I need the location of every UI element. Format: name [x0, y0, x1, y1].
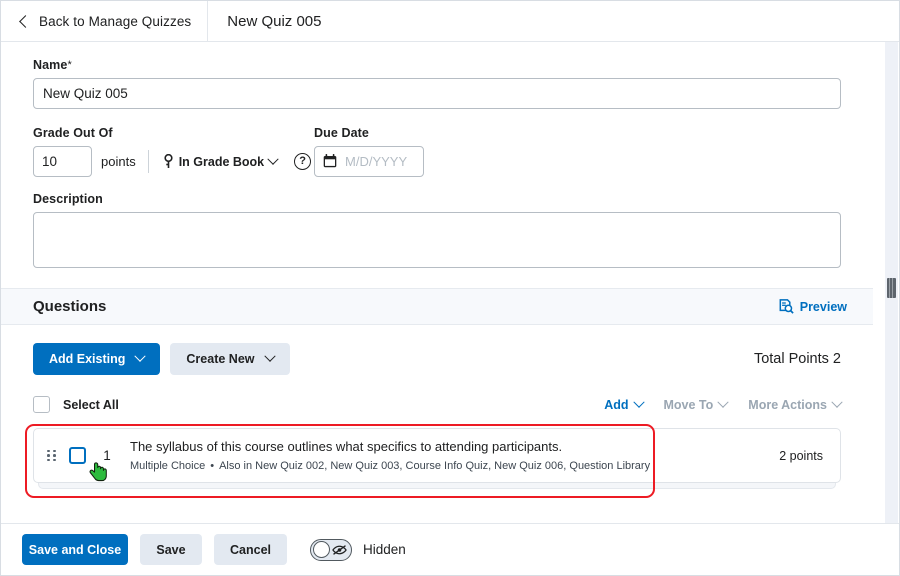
back-button-label: Back to Manage Quizzes: [39, 13, 192, 29]
move-to-menu[interactable]: Move To: [663, 396, 729, 412]
grade-and-due-row: Grade Out Of points In Grade Book: [33, 126, 841, 177]
points-label: points: [101, 154, 136, 169]
select-all-checkbox[interactable]: [33, 396, 50, 413]
add-existing-label: Add Existing: [49, 352, 126, 366]
save-and-close-button[interactable]: Save and Close: [22, 534, 128, 565]
question-meta: Multiple Choice • Also in New Quiz 002, Ne…: [130, 460, 650, 472]
description-label: Description: [33, 192, 103, 206]
save-button[interactable]: Save: [140, 534, 202, 565]
visibility-toggle[interactable]: [310, 538, 352, 561]
table-row[interactable]: 1 The syllabus of this course outlines w…: [33, 428, 841, 483]
in-grade-book-label: In Grade Book: [178, 154, 265, 169]
editor-scroll-area: Name* Grade Out Of points: [1, 42, 873, 524]
select-all-group: Select All: [33, 396, 119, 413]
name-label-text: Name: [33, 58, 68, 72]
add-menu-label: Add: [604, 397, 629, 412]
quiz-properties-form: Name* Grade Out Of points: [1, 42, 873, 268]
total-points-label: Total Points 2: [753, 351, 841, 367]
question-create-buttons: Add Existing Create New: [33, 343, 290, 375]
bottom-action-bar: Save and Close Save Cancel Hidden: [1, 523, 899, 575]
chevron-down-icon: [831, 396, 843, 408]
question-title: The syllabus of this course outlines wha…: [130, 438, 563, 454]
question-points: 2 points: [779, 448, 823, 463]
move-to-menu-label: Move To: [663, 397, 714, 412]
more-actions-menu[interactable]: More Actions: [748, 396, 843, 412]
due-date-control: [314, 146, 424, 177]
question-also-in: Also in New Quiz 002, New Quiz 003, Cour…: [219, 459, 651, 472]
more-actions-menu-label: More Actions: [748, 397, 827, 412]
question-type: Multiple Choice: [130, 459, 206, 472]
back-to-manage-quizzes-button[interactable]: Back to Manage Quizzes: [1, 1, 209, 41]
name-label: Name*: [33, 58, 841, 72]
chevron-left-icon: [19, 14, 32, 28]
vertical-scrollbar-thumb[interactable]: [886, 278, 896, 298]
pin-icon: [164, 154, 173, 168]
grade-out-of-label: Grade Out Of: [33, 126, 113, 140]
visibility-label: Hidden: [363, 542, 406, 557]
due-date-group: Due Date: [314, 126, 841, 177]
create-new-button[interactable]: Create New: [170, 343, 290, 375]
page-title: New Quiz 005: [227, 12, 322, 30]
question-list-stack-shadow: [38, 483, 836, 489]
due-date-label: Due Date: [314, 126, 369, 140]
in-grade-book-dropdown[interactable]: In Grade Book: [161, 152, 279, 171]
cancel-button[interactable]: Cancel: [214, 534, 287, 565]
chevron-down-icon: [134, 350, 147, 362]
preview-label: Preview: [799, 299, 847, 314]
help-icon[interactable]: ?: [294, 153, 312, 170]
visibility-toggle-group: Hidden: [310, 538, 406, 561]
vertical-divider: [147, 150, 149, 173]
preview-button[interactable]: Preview: [779, 299, 847, 314]
top-navigation-bar: Back to Manage Quizzes New Quiz 005: [1, 1, 899, 42]
chevron-down-icon: [263, 350, 276, 362]
create-new-label: Create New: [186, 352, 255, 366]
question-list: 1 The syllabus of this course outlines w…: [33, 428, 841, 489]
vertical-scrollbar-track[interactable]: [885, 42, 898, 524]
select-all-row: Select All Add Move To More Actions: [1, 375, 873, 413]
drag-handle-icon[interactable]: [47, 449, 59, 462]
question-number: 1: [103, 448, 111, 463]
chevron-down-icon: [717, 396, 729, 408]
select-all-label: Select All: [63, 397, 119, 412]
questions-section-header: Questions Preview: [1, 288, 873, 325]
description-group: Description: [33, 192, 841, 268]
questions-heading: Questions: [33, 298, 107, 315]
grade-out-of-controls: points In Grade Book ?: [33, 146, 314, 177]
description-editor[interactable]: [33, 212, 841, 268]
grade-out-of-group: Grade Out Of points In Grade Book: [33, 126, 314, 177]
meta-separator: •: [210, 459, 215, 472]
page-search-icon: [779, 299, 794, 314]
due-date-input[interactable]: [314, 146, 424, 177]
question-row-checkbox[interactable]: [69, 447, 86, 464]
question-details: The syllabus of this course outlines wha…: [130, 438, 765, 474]
required-marker: *: [67, 59, 72, 71]
name-input[interactable]: [33, 78, 841, 109]
toggle-knob: [312, 541, 330, 558]
quiz-editor-window: Back to Manage Quizzes New Quiz 005 Name…: [0, 0, 900, 576]
chevron-down-icon: [267, 153, 279, 165]
add-existing-button[interactable]: Add Existing: [33, 343, 161, 375]
chevron-down-icon: [632, 396, 645, 408]
name-field-group: Name*: [33, 58, 841, 109]
eye-slash-icon: [332, 544, 347, 555]
add-menu[interactable]: Add: [604, 396, 645, 412]
grade-out-of-input[interactable]: [33, 146, 92, 177]
bulk-actions-menus: Add Move To More Actions: [604, 396, 843, 412]
questions-actions-row: Add Existing Create New Total Points 2: [1, 325, 873, 375]
